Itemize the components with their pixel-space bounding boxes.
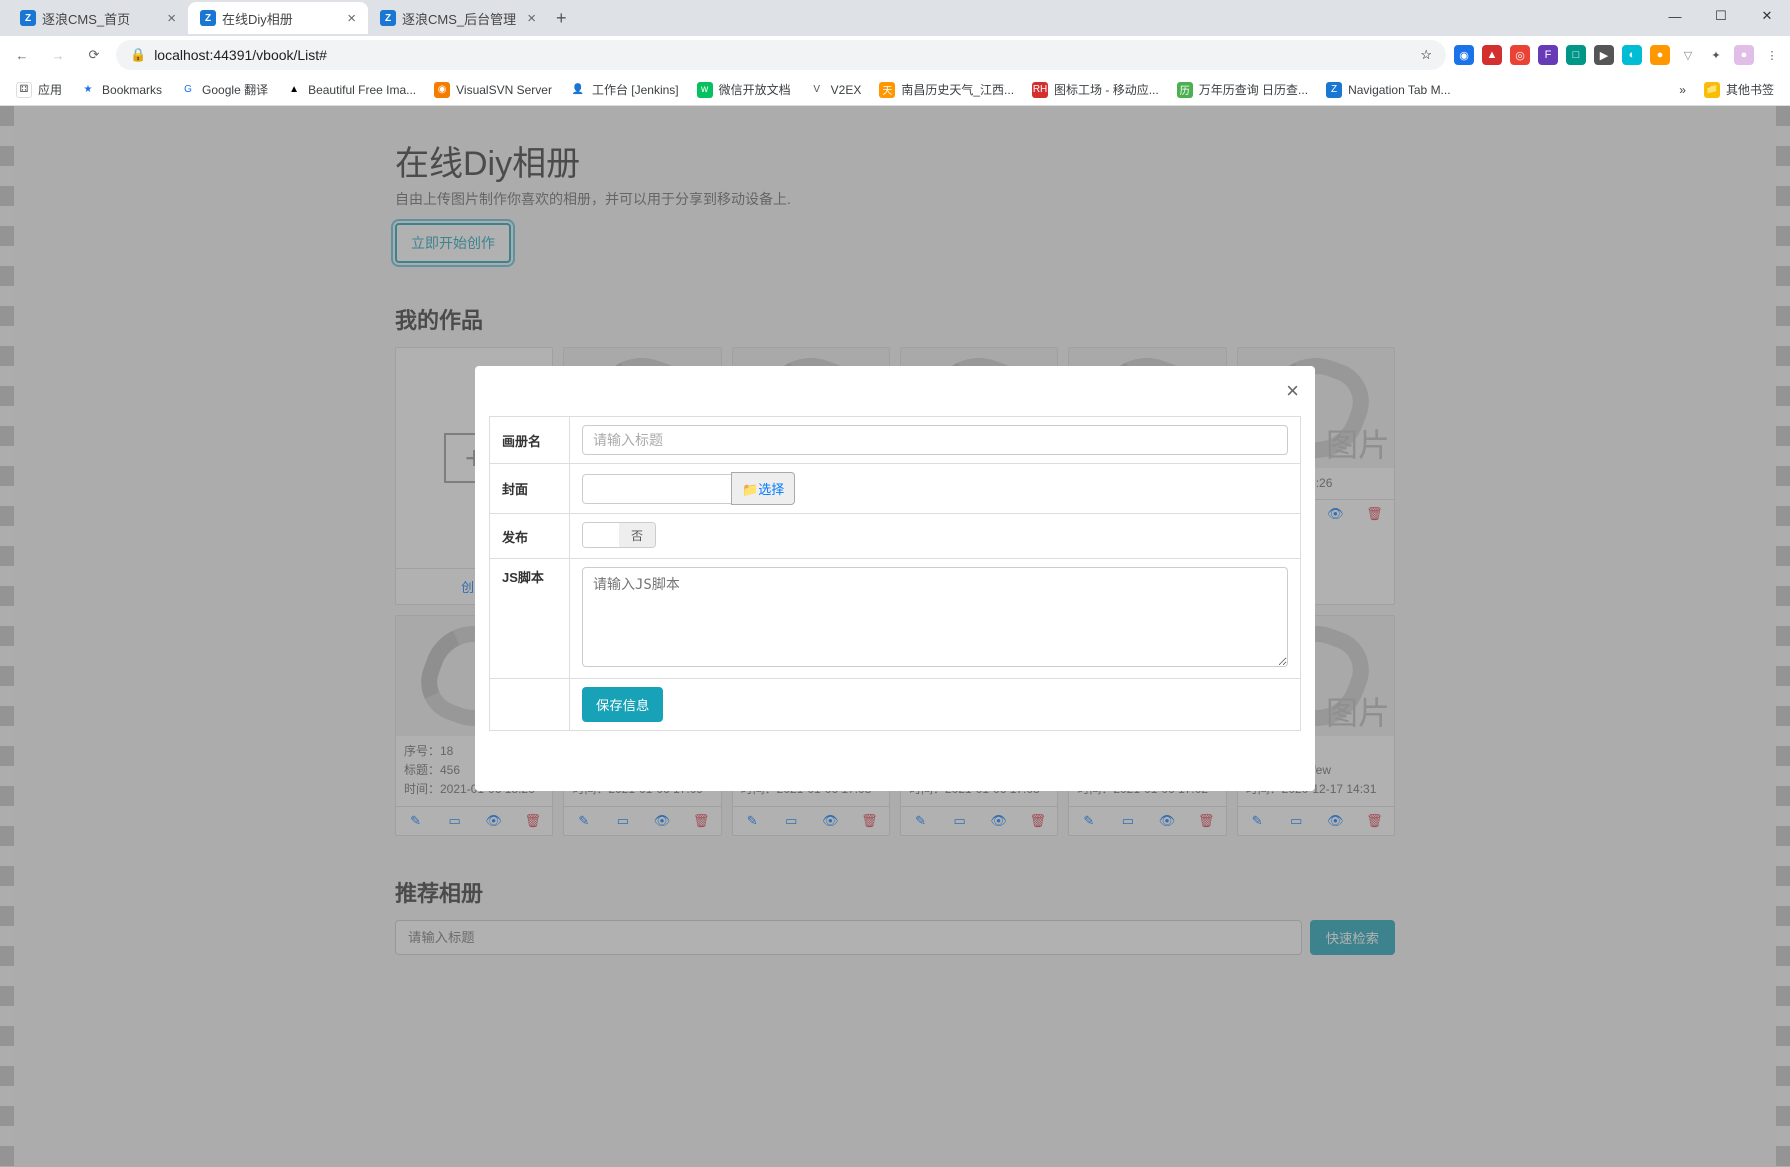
menu-icon[interactable]: ⋮ bbox=[1762, 45, 1782, 65]
ext-icon[interactable]: ◎ bbox=[1510, 45, 1530, 65]
ext-icon[interactable]: ▶ bbox=[1594, 45, 1614, 65]
bookmark-apps[interactable]: ⚃应用 bbox=[10, 79, 68, 100]
bookmark-item[interactable]: 历万年历查询 日历查... bbox=[1171, 79, 1314, 100]
bookmark-item[interactable]: ◉VisualSVN Server bbox=[428, 80, 558, 100]
bookmark-item[interactable]: VV2EX bbox=[803, 80, 868, 100]
star-icon[interactable]: ☆ bbox=[1420, 47, 1432, 63]
bookmark-item[interactable]: GGoogle 翻译 bbox=[174, 79, 274, 100]
maximize-icon[interactable]: ☐ bbox=[1698, 0, 1744, 32]
create-modal: × 画册名 封面 📁选择 发布 bbox=[475, 366, 1315, 791]
close-icon[interactable]: × bbox=[527, 10, 536, 27]
ext-icon[interactable]: ▲ bbox=[1482, 45, 1502, 65]
extensions-icon[interactable]: ✦ bbox=[1706, 45, 1726, 65]
bookmark-item[interactable]: w微信开放文档 bbox=[691, 79, 797, 100]
cover-input[interactable] bbox=[582, 474, 732, 504]
bookmark-item[interactable]: ★Bookmarks bbox=[74, 80, 168, 100]
js-textarea[interactable] bbox=[582, 567, 1288, 667]
bookmark-item[interactable]: 天南昌历史天气_江西... bbox=[873, 79, 1020, 100]
close-icon[interactable]: × bbox=[167, 10, 176, 27]
close-icon[interactable]: × bbox=[347, 10, 356, 27]
modal-close-button[interactable]: × bbox=[1286, 378, 1299, 404]
album-name-label: 画册名 bbox=[490, 417, 570, 464]
address-bar[interactable]: 🔒 localhost:44391/vbook/List# ☆ bbox=[116, 40, 1446, 70]
lock-icon: 🔒 bbox=[130, 47, 146, 63]
js-label: JS脚本 bbox=[490, 559, 570, 679]
publish-toggle[interactable]: 否 bbox=[582, 522, 656, 548]
reload-icon[interactable]: ⟳ bbox=[80, 41, 108, 69]
bookmark-item[interactable]: ZNavigation Tab M... bbox=[1320, 80, 1457, 100]
choose-file-button[interactable]: 📁选择 bbox=[731, 472, 795, 505]
publish-label: 发布 bbox=[490, 514, 570, 559]
ext-icon[interactable]: □ bbox=[1566, 45, 1586, 65]
back-icon[interactable]: ← bbox=[8, 41, 36, 69]
ext-icon[interactable]: ◉ bbox=[1454, 45, 1474, 65]
forward-icon[interactable]: → bbox=[44, 41, 72, 69]
cover-label: 封面 bbox=[490, 464, 570, 514]
browser-tab-0[interactable]: Z逐浪CMS_首页× bbox=[8, 2, 188, 34]
url-text: localhost:44391/vbook/List# bbox=[154, 47, 327, 63]
ext-icon[interactable]: ▽ bbox=[1678, 45, 1698, 65]
bookmark-item[interactable]: ▲Beautiful Free Ima... bbox=[280, 80, 422, 100]
ext-icon[interactable]: ● bbox=[1650, 45, 1670, 65]
profile-icon[interactable]: ● bbox=[1734, 45, 1754, 65]
bookmark-overflow[interactable]: » bbox=[1673, 81, 1692, 99]
new-tab-button[interactable]: + bbox=[548, 8, 575, 29]
bookmark-item[interactable]: 👤工作台 [Jenkins] bbox=[564, 79, 685, 100]
bookmark-item[interactable]: RH图标工场 - 移动应... bbox=[1026, 79, 1165, 100]
browser-tab-2[interactable]: Z逐浪CMS_后台管理× bbox=[368, 2, 548, 34]
ext-icon[interactable]: ◐ bbox=[1622, 45, 1642, 65]
close-window-icon[interactable]: ✕ bbox=[1744, 0, 1790, 32]
modal-overlay: × 画册名 封面 📁选择 发布 bbox=[0, 106, 1790, 1167]
browser-tabs: Z逐浪CMS_首页× Z在线Diy相册× Z逐浪CMS_后台管理× + — ☐ … bbox=[0, 0, 1790, 36]
bookmarks-bar: ⚃应用 ★Bookmarks GGoogle 翻译 ▲Beautiful Fre… bbox=[0, 74, 1790, 106]
minimize-icon[interactable]: — bbox=[1652, 0, 1698, 32]
album-name-input[interactable] bbox=[582, 425, 1288, 455]
other-bookmarks[interactable]: 📁其他书签 bbox=[1698, 79, 1780, 100]
save-button[interactable]: 保存信息 bbox=[582, 687, 663, 722]
browser-tab-1[interactable]: Z在线Diy相册× bbox=[188, 2, 368, 34]
ext-icon[interactable]: F bbox=[1538, 45, 1558, 65]
